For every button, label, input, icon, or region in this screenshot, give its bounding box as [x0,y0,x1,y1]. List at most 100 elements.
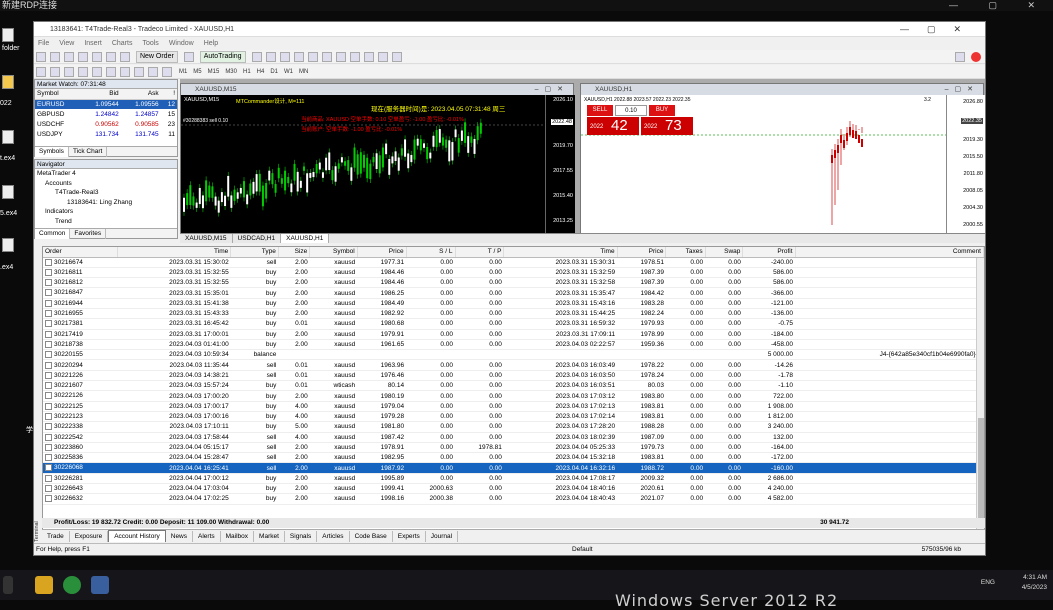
terminal-tab[interactable]: Alerts [193,531,221,542]
history-row[interactable]: 30223860 2023.04.04 05:15:17 sell 2.00 xauus… [43,442,984,454]
col-header[interactable]: Swap [705,247,744,258]
menu-window[interactable]: Window [169,40,194,47]
candle-chart-icon[interactable] [265,52,276,62]
chart-canvas[interactable]: XAUUSD,H1 2022.88 2023.57 2022.23 2022.3… [581,95,946,234]
tree-item-indicators[interactable]: Indicators [37,207,177,217]
bar-chart-icon[interactable] [251,52,262,62]
alert-icon[interactable] [971,52,981,62]
folder-icon[interactable] [2,28,14,42]
terminal-tab[interactable]: Experts [393,531,426,542]
trendline-icon[interactable] [92,67,102,77]
menu-tools[interactable]: Tools [142,40,158,47]
vertical-line-icon[interactable] [64,67,74,77]
sell-button[interactable]: SELL [587,105,613,116]
market-row[interactable]: USDCHF 0.90562 0.90585 23 [35,119,177,129]
file-icon[interactable] [2,75,14,89]
history-row[interactable]: 30216955 2023.03.31 15:43:33 buy 2.00 xauusd… [43,308,984,320]
history-row[interactable]: 30226068 2023.04.04 16:25:41 sell 2.00 xauus… [43,462,984,474]
col-spread[interactable]: ! [160,89,177,100]
terminal-tab[interactable]: Articles [317,531,350,542]
history-row[interactable]: 30222123 2023.04.03 17:00:16 buy 4.00 xauusd… [43,411,984,423]
tf-m1[interactable]: M1 [179,65,187,79]
window-controls[interactable]: —▢✕ [900,22,979,37]
col-header[interactable]: Price [617,247,667,258]
templates-icon[interactable] [391,52,402,62]
tree-item-account[interactable]: 13183641: Ling Zhang [37,198,177,208]
chart-window-xauusd-h1[interactable]: XAUUSD,H1 –▢✕ XAUUSD,H1 2022.88 2023.57 2… [580,83,985,234]
tab-common[interactable]: Common [35,229,71,239]
menu-view[interactable]: View [59,40,74,47]
col-header[interactable]: Time [503,247,618,258]
col-header[interactable]: Time [117,247,232,258]
tree-item-server[interactable]: T4Trade-Real3 [37,188,177,198]
history-row[interactable]: 30218738 2023.04.03 01:41:00 buy 2.00 xauusd… [43,339,984,351]
lot-input[interactable]: 0.10 [615,105,647,116]
history-row[interactable]: 30226643 2023.04.04 17:03:04 buy 2.00 xauusd… [43,483,984,495]
fibonacci-icon[interactable] [120,67,130,77]
new-order-button[interactable]: New Order [135,51,178,63]
col-header[interactable]: Symbol [309,247,358,258]
col-header[interactable]: Taxes [665,247,706,258]
tf-h4[interactable]: H4 [257,65,265,79]
profiles-icon[interactable] [50,52,60,62]
file-explorer-icon[interactable] [34,576,53,594]
rdp-window-controls[interactable]: — ▢ ✕ [949,0,1049,11]
tile-windows-icon[interactable] [321,52,332,62]
history-row[interactable]: 30225836 2023.04.04 15:28:47 sell 2.00 xauus… [43,452,984,464]
menu-help[interactable]: Help [204,40,218,47]
zoom-out-icon[interactable] [307,52,318,62]
history-row[interactable]: 30222126 2023.04.03 17:00:20 buy 2.00 xauusd… [43,390,984,402]
history-row[interactable]: 30216811 2023.03.31 15:32:55 buy 2.00 xauusd… [43,267,984,279]
terminal-tab[interactable]: Signals [285,531,318,542]
terminal-tab[interactable]: Account History [108,530,166,542]
terminal-icon[interactable] [106,52,116,62]
menu-insert[interactable]: Insert [84,40,102,47]
tf-w1[interactable]: W1 [284,65,293,79]
channel-icon[interactable] [106,67,116,77]
periods-icon[interactable] [377,52,388,62]
col-header[interactable]: Profit [742,247,796,258]
arrows-icon[interactable] [162,67,172,77]
menu-charts[interactable]: Charts [112,40,133,47]
sell-price-box[interactable]: 2022 42 [587,117,639,135]
buy-price-box[interactable]: 2022 73 [641,117,693,135]
cursor-icon[interactable] [36,67,46,77]
history-row[interactable]: 30221226 2023.04.03 14:38:21 sell 0.01 xauus… [43,370,984,382]
history-row[interactable]: 30220155 2023.04.03 10:59:34 balance 5 000.… [43,349,984,361]
chart-window-xauusd-m15[interactable]: XAUUSD,M15 –▢✕ XAUUSD,M15 MTCommander设计, … [180,83,575,234]
col-header[interactable]: Price [357,247,407,258]
data-window-icon[interactable] [78,52,88,62]
col-ask[interactable]: Ask [120,89,161,100]
system-tray[interactable]: ENG 4:31 AM 4/5/2023 [981,573,1047,593]
buy-button[interactable]: BUY [649,105,675,116]
history-row[interactable]: 30221607 2023.04.03 15:57:24 buy 0.01 wticas… [43,380,984,392]
file-icon[interactable] [2,238,14,252]
tf-m5[interactable]: M5 [193,65,201,79]
col-bid[interactable]: Bid [80,89,121,100]
metatrader-taskbar-icon[interactable] [90,576,109,594]
autotrading-button[interactable]: AutoTrading [199,51,246,63]
chart-window-controls[interactable]: –▢✕ [945,84,979,95]
chart-window-controls[interactable]: –▢✕ [535,84,569,95]
history-row[interactable]: 30217381 2023.03.31 16:45:42 buy 0.01 xauusd… [43,318,984,330]
market-row[interactable]: EURUSD 1.09544 1.09556 12 [35,99,177,109]
history-row[interactable]: 30226281 2023.04.04 17:00:12 buy 2.00 xauusd… [43,473,984,485]
new-chart-icon[interactable] [36,52,46,62]
terminal-tab[interactable]: Mailbox [221,531,255,542]
history-row[interactable]: 30222125 2023.04.03 17:00:17 buy 4.00 xauusd… [43,401,984,412]
history-row[interactable]: 30216847 2023.03.31 15:35:01 buy 2.00 xauusd… [43,287,984,299]
terminal-tab[interactable]: News [166,531,194,542]
history-row[interactable]: 30216944 2023.03.31 15:41:38 buy 2.00 xauusd… [43,298,984,309]
crosshair-icon[interactable] [50,67,60,77]
terminal-tab[interactable]: Exposure [70,531,109,542]
tf-d1[interactable]: D1 [270,65,278,79]
chart-tab[interactable]: USDCAD,H1 [233,234,282,243]
market-row[interactable]: USDJPY 131.734 131.745 11 [35,129,177,139]
tester-icon[interactable] [120,52,130,62]
tab-symbols[interactable]: Symbols [35,147,69,157]
terminal-tab[interactable]: Journal [426,531,459,542]
navigator-icon[interactable] [92,52,102,62]
terminal-tab[interactable]: Code Base [350,531,393,542]
tab-tick-chart[interactable]: Tick Chart [69,147,108,157]
scrollbar-thumb[interactable] [978,418,984,528]
